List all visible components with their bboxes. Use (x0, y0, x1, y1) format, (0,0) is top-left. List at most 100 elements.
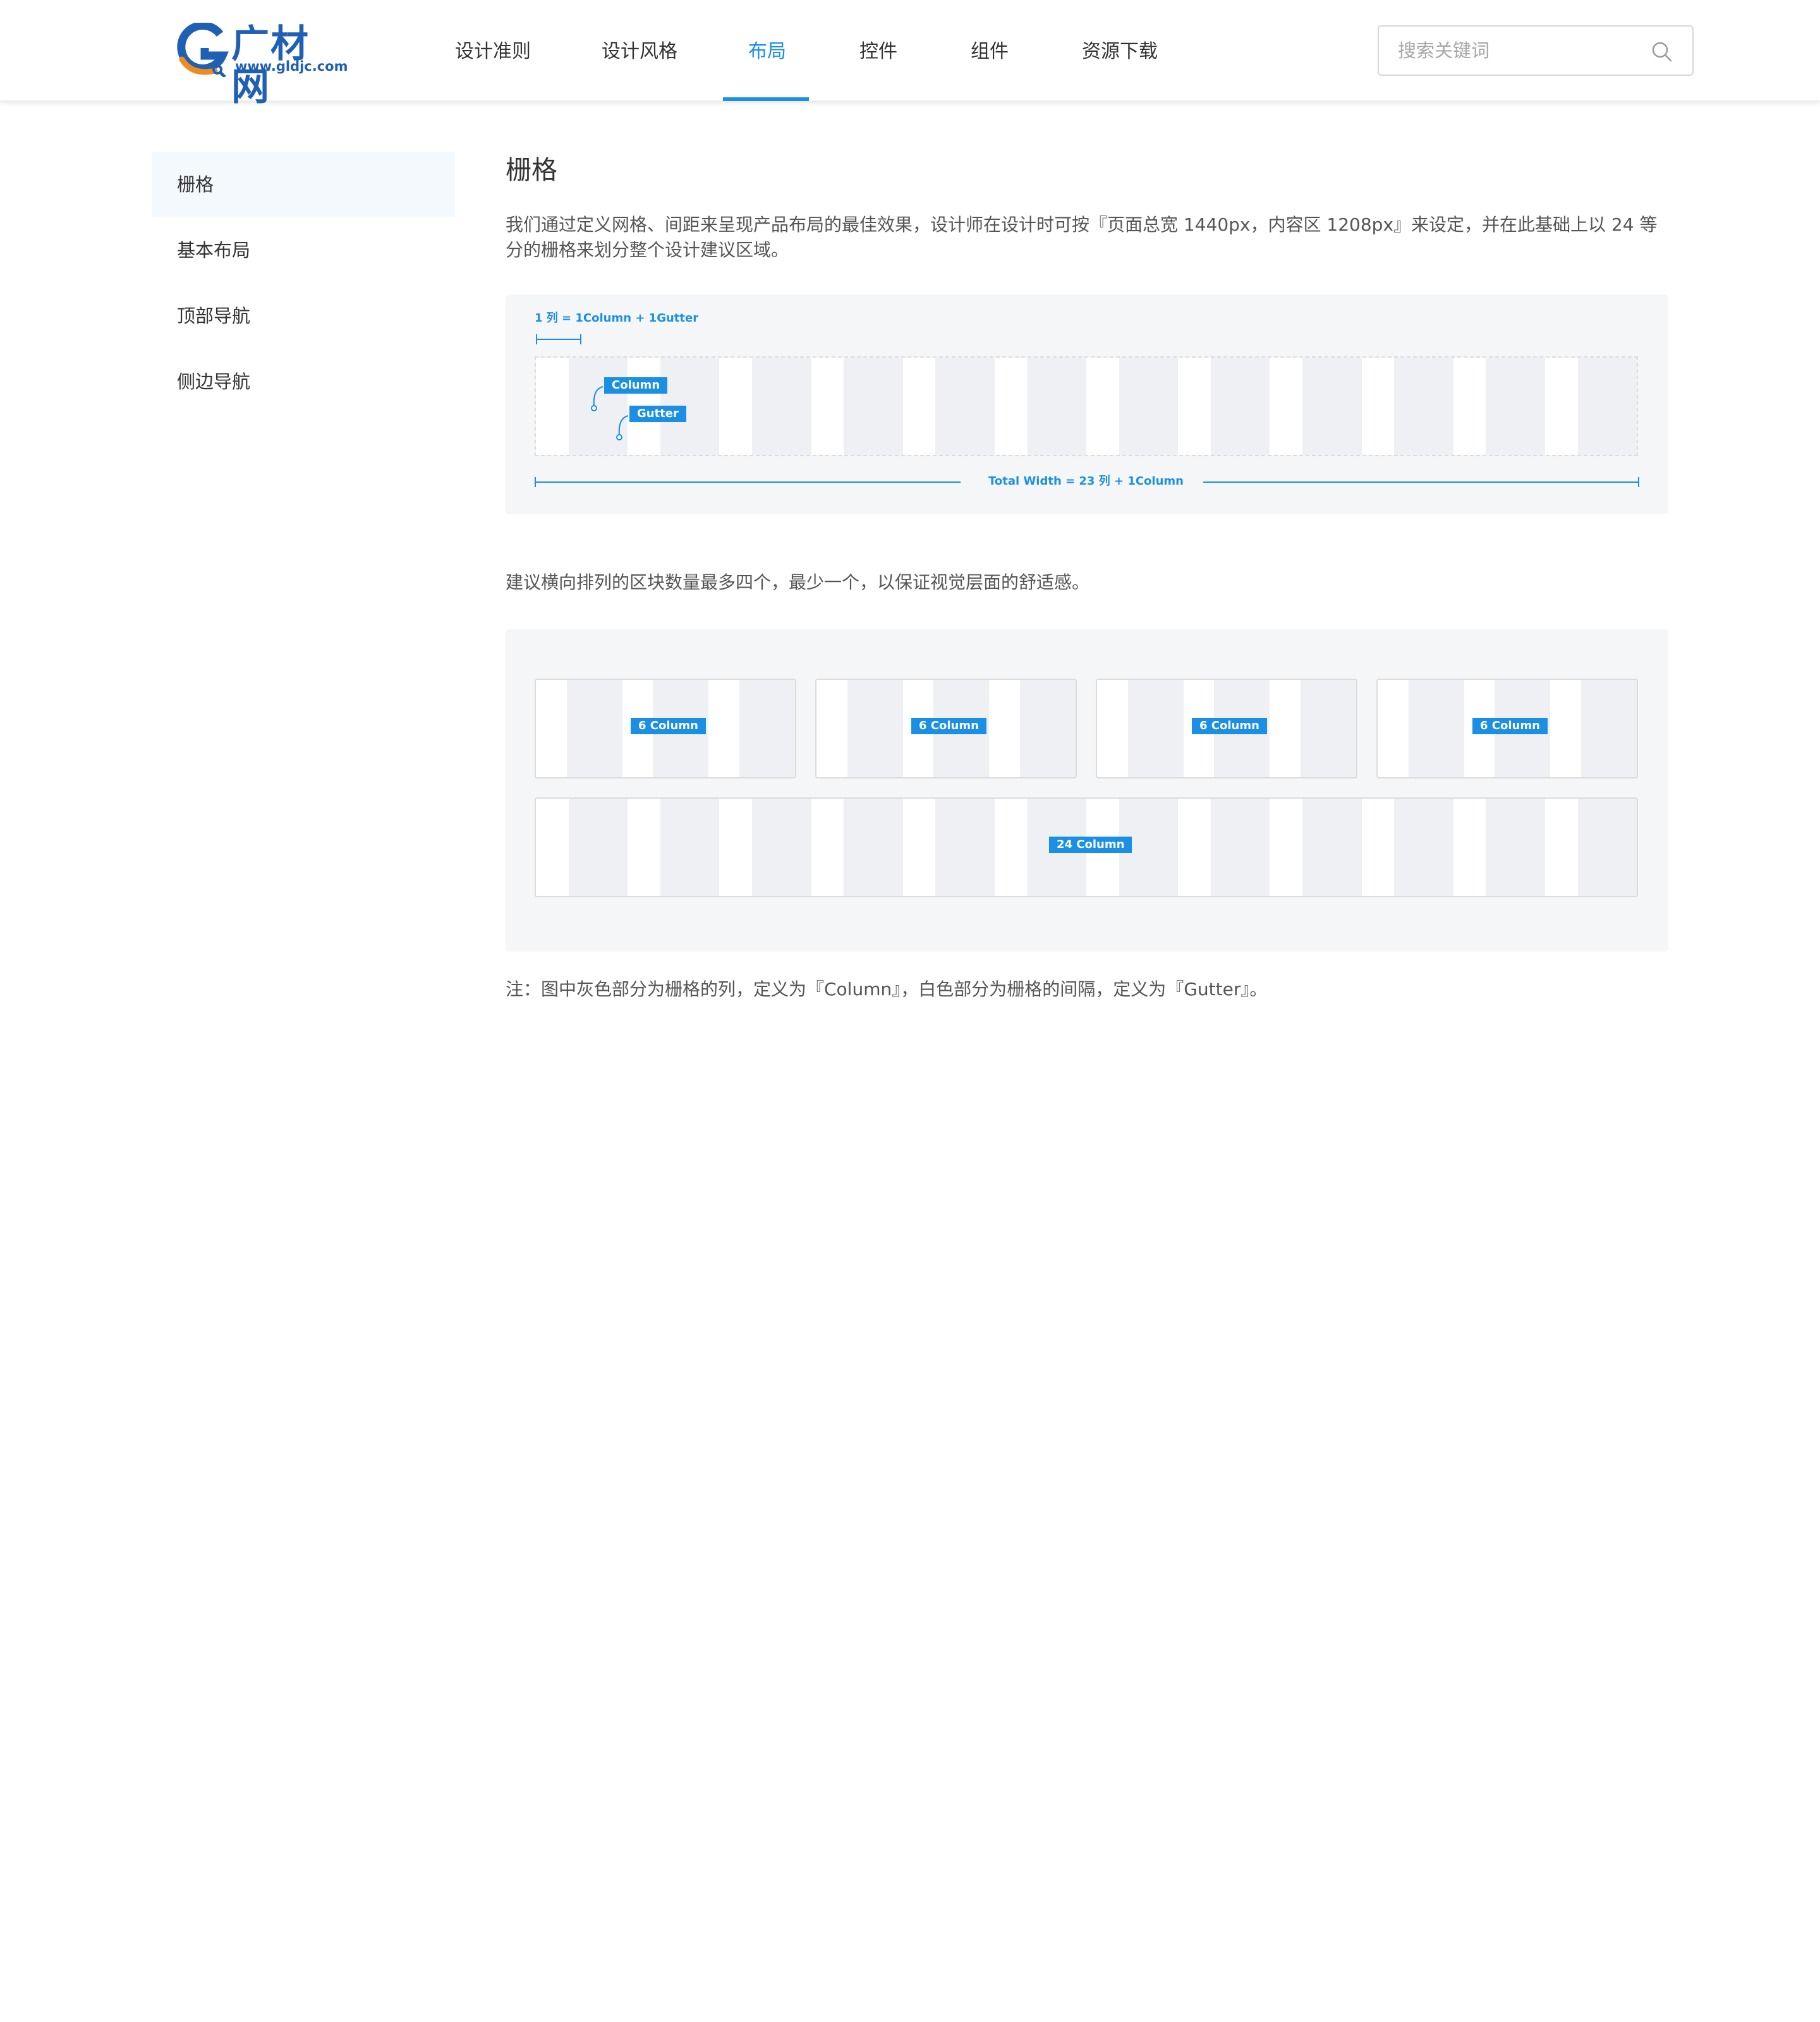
column-stripe (844, 799, 903, 896)
column-tag: Column (604, 377, 668, 394)
sidebar-item-top-nav[interactable]: 顶部导航 (152, 283, 455, 349)
gutter-stripe (1453, 358, 1486, 455)
total-measure-line-right (1203, 481, 1639, 483)
column-stripe (1577, 799, 1637, 896)
search-icon[interactable] (1651, 40, 1673, 63)
column-stripe (1119, 358, 1179, 455)
six-column-tag: 6 Column (631, 718, 706, 734)
grid-definition-diagram: 1 列 = 1Column + 1Gutter Column Gutter To… (506, 294, 1668, 514)
nav-item-controls[interactable]: 控件 (859, 0, 897, 101)
grid-24-columns (535, 356, 1638, 456)
search-box (1378, 25, 1694, 76)
column-stripe (935, 799, 995, 896)
total-measure-cap-right (1638, 477, 1639, 487)
nav-active-indicator (723, 97, 809, 101)
sidebar: 栅格 基本布局 顶部导航 侧边导航 (152, 152, 455, 415)
gutter-stripe (1453, 799, 1486, 896)
unit-label: 1 列 = 1Column + 1Gutter (535, 312, 699, 325)
six-column-block: 6 Column (815, 679, 1077, 778)
total-width-label: Total Width = 23 列 + 1Column (988, 475, 1184, 488)
six-column-block: 6 Column (1376, 679, 1638, 778)
gutter-stripe (1178, 799, 1211, 896)
gutter-stripe (1544, 799, 1578, 896)
logo-url: www.gldjc.com (235, 59, 348, 74)
column-stripe (752, 799, 811, 896)
column-stripe (1486, 799, 1545, 896)
column-stripe (1127, 680, 1184, 777)
note-paragraph: 注：图中灰色部分为栅格的列，定义为『Column』，白色部分为栅格的间隔，定义为… (506, 979, 1268, 1000)
column-stripe (1577, 358, 1637, 455)
sidebar-item-grid[interactable]: 栅格 (152, 152, 455, 217)
unit-measure-cap-left (536, 334, 537, 344)
column-stripe (752, 358, 811, 455)
gutter-stripe (1097, 680, 1128, 777)
sidebar-item-side-nav[interactable]: 侧边导航 (152, 349, 455, 415)
nav-item-layout[interactable]: 布局 (748, 0, 786, 101)
gutter-stripe (719, 799, 753, 896)
gutter-stripe (989, 680, 1020, 777)
sidebar-item-basic-layout[interactable]: 基本布局 (152, 217, 455, 283)
nav-item-downloads[interactable]: 资源下载 (1082, 0, 1158, 101)
six-column-tag: 6 Column (1192, 718, 1267, 734)
gutter-stripe (994, 799, 1028, 896)
six-column-block: 6 Column (535, 679, 796, 778)
column-stripe (935, 358, 995, 455)
nav-item-design-principles[interactable]: 设计准则 (455, 0, 531, 101)
column-stripe (566, 680, 622, 777)
gutter-stripe (1086, 358, 1119, 455)
nav-item-design-style[interactable]: 设计风格 (602, 0, 677, 101)
twenty-four-column-block: 24 Column (535, 797, 1638, 897)
column-stripe (1394, 358, 1453, 455)
top-header: 广材网 www.gldjc.com 设计准则 设计风格 布局 控件 组件 资源下… (0, 0, 1820, 109)
twenty-four-column-tag: 24 Column (1049, 837, 1132, 853)
gutter-stripe (628, 799, 660, 896)
gutter-pointer-icon (616, 415, 629, 440)
gutter-stripe (708, 680, 739, 777)
gutter-stripe (811, 358, 844, 455)
six-column-tag: 6 Column (911, 718, 986, 734)
column-stripe (844, 358, 903, 455)
unit-measure-cap-right (580, 334, 581, 344)
column-stripe (1300, 680, 1356, 777)
gutter-stripe (816, 680, 847, 777)
six-column-tag: 6 Column (1472, 718, 1548, 734)
column-stripes (536, 358, 1637, 455)
block-layout-diagram: 6 Column 6 Column 6 Column 6 Column 24 C… (506, 629, 1668, 952)
intro-paragraph: 我们通过定义网格、间距来呈现产品布局的最佳效果，设计师在设计时可按『页面总宽 1… (506, 214, 1658, 260)
page-title: 栅格 (506, 155, 557, 185)
logo-g-icon (177, 23, 229, 77)
column-stripe (1027, 358, 1087, 455)
unit-measure-line (536, 339, 581, 340)
column-stripe (1210, 358, 1270, 455)
column-stripe (1486, 358, 1545, 455)
nav-item-components[interactable]: 组件 (971, 0, 1009, 101)
six-column-block: 6 Column (1096, 679, 1357, 778)
column-stripe (1302, 358, 1362, 455)
column-stripe (1210, 799, 1270, 896)
column-stripe (660, 799, 720, 896)
gutter-stripe (1361, 358, 1395, 455)
gutter-stripe (536, 799, 569, 896)
gutter-stripe (902, 358, 936, 455)
gutter-stripe (1270, 358, 1303, 455)
column-stripe (1394, 799, 1453, 896)
site-logo[interactable]: 广材网 www.gldjc.com (176, 23, 348, 109)
recommendation-paragraph: 建议横向排列的区块数量最多四个，最少一个，以保证视觉层面的舒适感。 (506, 572, 1090, 593)
gutter-stripe (811, 799, 844, 896)
total-measure-cap-left (535, 477, 536, 487)
main-content: 栅格 我们通过定义网格、间距来呈现产品布局的最佳效果，设计师在设计时可按『页面总… (506, 145, 1668, 1000)
total-measure-line-left (535, 481, 961, 483)
column-stripe (847, 680, 903, 777)
column-stripe (1580, 680, 1637, 777)
gutter-stripe (1550, 680, 1581, 777)
column-stripe (739, 680, 795, 777)
column-stripe (1019, 680, 1076, 777)
column-stripe (568, 799, 628, 896)
search-input[interactable] (1398, 27, 1651, 75)
gutter-stripe (902, 799, 936, 896)
column-pointer-icon (591, 386, 604, 411)
gutter-stripe (994, 358, 1028, 455)
gutter-stripe (536, 680, 567, 777)
gutter-stripe (1544, 358, 1578, 455)
column-stripe (1302, 799, 1362, 896)
